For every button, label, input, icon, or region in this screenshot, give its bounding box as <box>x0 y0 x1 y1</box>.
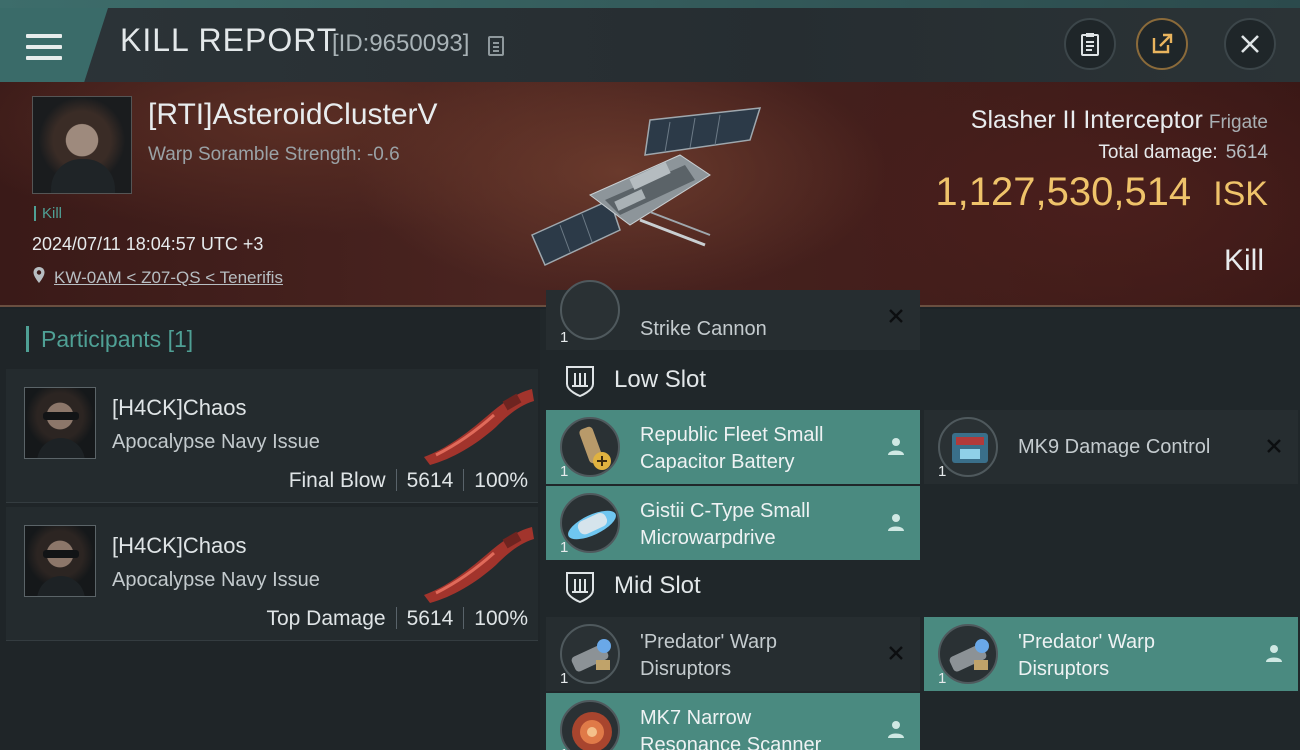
participant-name: [H4CK]Chaos <box>112 533 247 558</box>
participant-percent: 100% <box>474 607 528 630</box>
destroyed-x-icon <box>889 646 903 660</box>
module-slot[interactable]: 1 'Predator' Warp Disruptors <box>546 617 920 691</box>
mid-slot-header: Mid Slot <box>546 562 926 614</box>
module-slot-strike-cannon[interactable]: 1 Strike Cannon <box>546 280 920 350</box>
module-qty: 1 <box>938 670 947 687</box>
module-qty: 1 <box>560 539 569 556</box>
warp-scramble-strength: Warp Soramble Strength: -0.6 <box>148 144 400 165</box>
capacitor-battery-icon <box>560 417 620 477</box>
module-slot[interactable]: 1 MK9 Damage Control <box>924 410 1298 484</box>
pilot-icon <box>888 721 904 738</box>
warp-disruptor-icon <box>560 624 620 684</box>
participant-name: [H4CK]Chaos <box>112 395 247 420</box>
weapon-icon <box>424 389 534 465</box>
participant-stats: Final Blow 5614 100% <box>289 469 528 493</box>
module-qty: 1 <box>938 463 947 480</box>
victim-portrait[interactable] <box>32 96 132 194</box>
destroyed-x-icon <box>889 309 903 323</box>
module-icon <box>560 280 620 340</box>
close-icon <box>1241 35 1259 53</box>
share-button[interactable] <box>1136 18 1188 70</box>
kill-report-screen: KILL REPORT [ID:9650093] [RTI]AsteroidCl… <box>0 0 1300 750</box>
module-qty: 1 <box>560 329 569 346</box>
share-icon <box>1152 33 1173 54</box>
ship-name-text: Slasher II Interceptor <box>970 106 1203 134</box>
participant-damage: 5614 <box>406 607 454 630</box>
participants-title: Participants [1] <box>26 326 193 352</box>
module-slot[interactable]: 1 Gistii C-Type Small Microwarpdrive <box>546 486 920 560</box>
participant-percent: 100% <box>474 469 528 492</box>
resonance-scanner-icon <box>560 700 620 750</box>
ship-name[interactable]: Slasher II Interceptor Frigate <box>971 106 1268 135</box>
ship-render[interactable] <box>520 100 780 280</box>
module-name: MK7 Narrow Resonance Scanner <box>640 707 822 750</box>
total-damage-value: 5614 <box>1225 142 1268 163</box>
avatar[interactable] <box>24 387 96 459</box>
module-name: 'Predator' Warp Disruptors <box>1018 631 1155 680</box>
copy-id-icon[interactable] <box>488 36 504 56</box>
top-accent-line <box>0 0 1300 8</box>
close-button[interactable] <box>1224 18 1276 70</box>
victim-name[interactable]: [RTI]AsteroidClusterV <box>148 98 438 132</box>
low-slot-icon <box>566 366 594 398</box>
avatar[interactable] <box>24 525 96 597</box>
module-qty: 1 <box>560 746 568 750</box>
location-pin-icon <box>33 267 45 283</box>
menu-icon <box>26 34 62 62</box>
module-slot[interactable]: 1 Republic Fleet Small Capacitor Battery <box>546 410 920 484</box>
warp-disruptor-icon <box>938 624 998 684</box>
pilot-icon <box>888 438 904 455</box>
weapon-icon <box>424 527 534 603</box>
damage-control-icon <box>938 417 998 477</box>
kill-location-link[interactable]: KW-0AM < Z07-QS < Tenerifis <box>54 268 283 288</box>
module-name: Strike Cannon <box>640 318 767 340</box>
pilot-icon <box>1266 645 1282 662</box>
isk-amount: 1,127,530,514 <box>935 170 1192 214</box>
pilot-icon <box>888 514 904 531</box>
participant-ship: Apocalypse Navy Issue <box>112 569 320 591</box>
isk-value: 1,127,530,514 ISK <box>935 170 1268 215</box>
kill-tag: Kill <box>34 206 62 221</box>
participants-title-text: Participants <box>41 326 162 352</box>
mid-slot-title: Mid Slot <box>614 572 701 599</box>
kill-datetime: 2024/07/11 18:04:57 UTC +3 <box>32 234 264 254</box>
participant-role: Final Blow <box>288 469 386 492</box>
page-title: KILL REPORT <box>120 22 338 58</box>
mid-slot-icon <box>566 572 594 604</box>
participants-count: [1] <box>167 326 194 352</box>
module-name: 'Predator' Warp Disruptors <box>640 631 777 680</box>
ship-class: Frigate <box>1208 112 1268 133</box>
total-damage-label: Total damage: <box>1098 142 1218 163</box>
clipboard-button[interactable] <box>1064 18 1116 70</box>
module-slot[interactable]: 1 MK7 NarrowResonance Scanner <box>546 693 920 750</box>
clipboard-icon <box>1081 33 1099 56</box>
participant-row[interactable]: [H4CK]Chaos Apocalypse Navy Issue Top Da… <box>6 507 538 641</box>
total-damage: Total damage: 5614 <box>1098 142 1268 164</box>
low-slot-header: Low Slot <box>546 356 926 408</box>
kill-result: Kill <box>1223 244 1264 277</box>
module-name: MK9 Damage Control <box>1018 436 1211 458</box>
isk-unit: ISK <box>1213 175 1268 213</box>
destroyed-x-icon <box>1267 439 1281 453</box>
module-qty: 1 <box>560 463 569 480</box>
microwarpdrive-icon <box>560 493 620 553</box>
low-slot-title: Low Slot <box>614 366 707 393</box>
participant-stats: Top Damage 5614 100% <box>266 607 528 631</box>
module-qty: 1 <box>560 670 569 687</box>
module-name: Republic Fleet Small Capacitor Battery <box>640 424 824 473</box>
participant-role: Top Damage <box>266 607 386 630</box>
module-slot[interactable]: 1 'Predator' Warp Disruptors <box>924 617 1298 691</box>
module-name: Gistii C-Type Small Microwarpdrive <box>640 500 811 549</box>
report-id: [ID:9650093] <box>332 30 470 57</box>
participant-damage: 5614 <box>406 469 454 492</box>
participant-ship: Apocalypse Navy Issue <box>112 431 320 453</box>
participant-row[interactable]: [H4CK]Chaos Apocalypse Navy Issue Final … <box>6 369 538 503</box>
